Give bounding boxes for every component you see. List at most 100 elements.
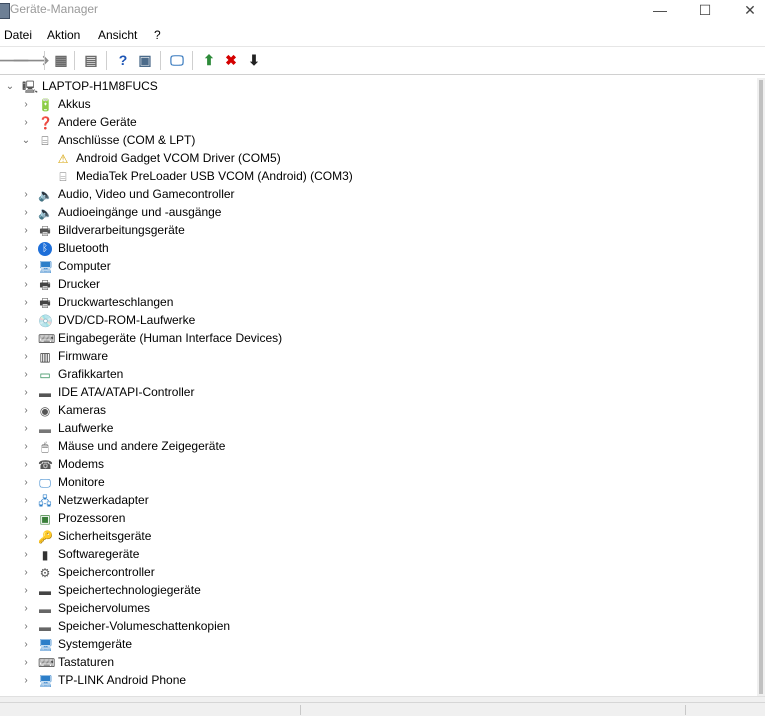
expand-chevron-icon[interactable]: › bbox=[20, 312, 32, 330]
tree-item[interactable]: › 🖥 TP-LINK Android Phone bbox=[0, 672, 757, 690]
tree-item[interactable]: › ▬ Laufwerke bbox=[0, 420, 757, 438]
expand-chevron-icon[interactable]: › bbox=[20, 420, 32, 438]
expand-chevron-icon[interactable]: › bbox=[20, 546, 32, 564]
expand-chevron-icon[interactable]: › bbox=[20, 222, 32, 240]
expand-chevron-icon[interactable]: › bbox=[20, 348, 32, 366]
maximize-button[interactable]: ☐ bbox=[682, 0, 728, 22]
expand-chevron-icon[interactable]: › bbox=[20, 582, 32, 600]
expand-chevron-icon[interactable]: › bbox=[20, 618, 32, 636]
expand-chevron-icon[interactable]: › bbox=[20, 672, 32, 690]
update-driver-button[interactable]: ⬆ bbox=[200, 51, 218, 69]
tree-item[interactable]: ⌄ ⌸ Anschlüsse (COM & LPT) bbox=[0, 132, 757, 150]
collapse-chevron-icon[interactable]: ⌄ bbox=[4, 78, 16, 96]
tree-root[interactable]: ⌄ 🖳 LAPTOP-H1M8FUCS bbox=[0, 78, 757, 96]
tree-item[interactable]: › ▥ Firmware bbox=[0, 348, 757, 366]
tree-item[interactable]: › ᛒ Bluetooth bbox=[0, 240, 757, 258]
tree-item-label: Druckwarteschlangen bbox=[58, 295, 174, 309]
expand-chevron-icon[interactable]: › bbox=[20, 492, 32, 510]
help-button[interactable]: ? bbox=[114, 51, 132, 69]
disable-device-button[interactable]: ⬇ bbox=[245, 51, 263, 69]
tree-item[interactable]: › ⚙ Speichercontroller bbox=[0, 564, 757, 582]
expand-chevron-icon[interactable]: › bbox=[20, 186, 32, 204]
tree-item[interactable]: › ▬ Speicher-Volumeschattenkopien bbox=[0, 618, 757, 636]
tree-item[interactable]: › 🔈 Audio, Video und Gamecontroller bbox=[0, 186, 757, 204]
tree-item-label: Bildverarbeitungsgeräte bbox=[58, 223, 185, 237]
menu-datei[interactable]: Datei bbox=[4, 28, 32, 42]
menu-help[interactable]: ? bbox=[154, 28, 161, 42]
expand-chevron-icon[interactable]: › bbox=[20, 636, 32, 654]
expand-chevron-icon[interactable]: › bbox=[20, 294, 32, 312]
tree-item[interactable]: › ▬ IDE ATA/ATAPI-Controller bbox=[0, 384, 757, 402]
expand-chevron-icon[interactable]: › bbox=[20, 366, 32, 384]
tree-item[interactable]: › 🖥 Computer bbox=[0, 258, 757, 276]
tree-item-label: Laufwerke bbox=[58, 421, 114, 435]
tree-item[interactable]: › 🔑 Sicherheitsgeräte bbox=[0, 528, 757, 546]
close-button[interactable]: ✕ bbox=[727, 0, 765, 22]
tree-item[interactable]: ⌸ MediaTek PreLoader USB VCOM (Android) (… bbox=[0, 168, 757, 186]
processor-icon: ▣ bbox=[39, 512, 51, 526]
tree-item[interactable]: › 💿 DVD/CD-ROM-Laufwerke bbox=[0, 312, 757, 330]
tree-item[interactable]: › ▮ Softwaregeräte bbox=[0, 546, 757, 564]
battery-icon: 🔋 bbox=[38, 98, 53, 112]
tree-item[interactable]: › ▬ Speichertechnologiegeräte bbox=[0, 582, 757, 600]
expand-chevron-icon[interactable]: › bbox=[20, 240, 32, 258]
menu-ansicht[interactable]: Ansicht bbox=[98, 28, 137, 42]
expand-chevron-icon[interactable]: › bbox=[20, 474, 32, 492]
device-manager-app-icon bbox=[0, 3, 10, 19]
expand-chevron-icon[interactable]: › bbox=[20, 384, 32, 402]
tree-item[interactable]: › 🖵 Monitore bbox=[0, 474, 757, 492]
expand-chevron-icon[interactable]: › bbox=[20, 510, 32, 528]
expand-chevron-icon[interactable]: › bbox=[20, 528, 32, 546]
uninstall-device-icon: ✖ bbox=[225, 51, 237, 68]
tree-item[interactable]: › 🖱 Mäuse und andere Zeigegeräte bbox=[0, 438, 757, 456]
tree-item[interactable]: › ⌨ Eingabegeräte (Human Interface Devices… bbox=[0, 330, 757, 348]
tree-item[interactable]: › 🖥 Systemgeräte bbox=[0, 636, 757, 654]
tree-item-label: Netzwerkadapter bbox=[58, 493, 149, 507]
expand-chevron-icon[interactable]: › bbox=[20, 402, 32, 420]
menu-aktion[interactable]: Aktion bbox=[47, 28, 80, 42]
expand-chevron-icon[interactable]: › bbox=[20, 456, 32, 474]
action-pane-button[interactable]: ▣ bbox=[136, 51, 154, 69]
tree-item[interactable]: › 🖧 Netzwerkadapter bbox=[0, 492, 757, 510]
tree-item[interactable]: › ◉ Kameras bbox=[0, 402, 757, 420]
expand-chevron-icon[interactable]: › bbox=[20, 114, 32, 132]
scan-hardware-button[interactable]: 🖵 bbox=[168, 51, 186, 69]
collapse-chevron-icon[interactable]: ⌄ bbox=[20, 132, 32, 150]
toolbar-separator bbox=[192, 51, 193, 70]
tree-item[interactable]: › ⌨ Tastaturen bbox=[0, 654, 757, 672]
show-hide-console-tree-button[interactable]: ▦ bbox=[52, 51, 70, 69]
tree-item[interactable]: › 🖶 Drucker bbox=[0, 276, 757, 294]
expand-chevron-icon[interactable]: › bbox=[20, 96, 32, 114]
tree-item[interactable]: ⚠ Android Gadget VCOM Driver (COM5) bbox=[0, 150, 757, 168]
tree-item[interactable]: › 🔈 Audioeingänge und -ausgänge bbox=[0, 204, 757, 222]
expand-chevron-icon[interactable]: › bbox=[20, 330, 32, 348]
properties-button[interactable]: ▤ bbox=[82, 51, 100, 69]
action-pane-icon: ▣ bbox=[138, 51, 152, 68]
storage-volume-icon: ▬ bbox=[39, 602, 51, 616]
tree-item[interactable]: › ▬ Speichervolumes bbox=[0, 600, 757, 618]
expand-chevron-icon[interactable]: › bbox=[20, 258, 32, 276]
vertical-scrollbar[interactable] bbox=[757, 78, 765, 696]
uninstall-device-button[interactable]: ✖ bbox=[222, 51, 240, 69]
tree-item[interactable]: › 🔋 Akkus bbox=[0, 96, 757, 114]
tree-item-label: Computer bbox=[58, 259, 111, 273]
tree-item[interactable]: › 🖶 Bildverarbeitungsgeräte bbox=[0, 222, 757, 240]
expand-chevron-icon[interactable]: › bbox=[20, 654, 32, 672]
expand-chevron-icon[interactable]: › bbox=[20, 564, 32, 582]
expand-chevron-icon[interactable]: › bbox=[20, 600, 32, 618]
minimize-button[interactable]: — bbox=[637, 0, 683, 22]
tree-item[interactable]: › ▭ Grafikkarten bbox=[0, 366, 757, 384]
tree-item[interactable]: › ❓ Andere Geräte bbox=[0, 114, 757, 132]
expand-chevron-icon[interactable]: › bbox=[20, 438, 32, 456]
expand-chevron-icon[interactable]: › bbox=[20, 276, 32, 294]
vertical-scroll-thumb[interactable] bbox=[759, 80, 763, 694]
tree-item-label: Andere Geräte bbox=[58, 115, 137, 129]
phone-icon: 🖥 bbox=[38, 674, 54, 688]
expand-chevron-icon[interactable]: › bbox=[20, 204, 32, 222]
forward-button[interactable]: 🡒 bbox=[12, 51, 50, 69]
tree-item[interactable]: › 🖶 Druckwarteschlangen bbox=[0, 294, 757, 312]
tree-item[interactable]: › ☎ Modems bbox=[0, 456, 757, 474]
bluetooth-icon: ᛒ bbox=[38, 242, 52, 256]
tree-item[interactable]: › ▣ Prozessoren bbox=[0, 510, 757, 528]
device-tree[interactable]: ⌄ 🖳 LAPTOP-H1M8FUCS › 🔋 Akkus › ❓ Andere Geräte ⌄… bbox=[0, 78, 757, 696]
